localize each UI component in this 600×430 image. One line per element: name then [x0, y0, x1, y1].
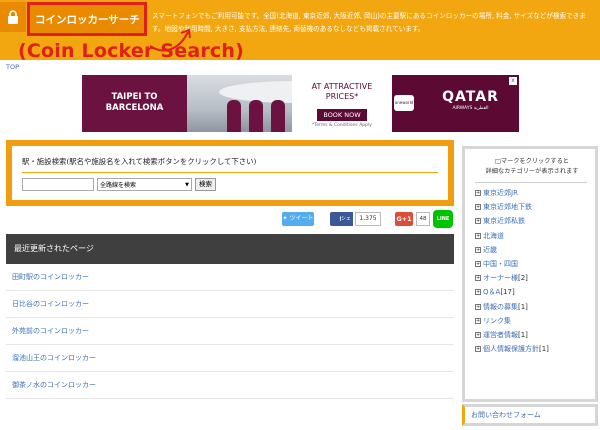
- search-inner: 駅・施設検索(駅名や施設名を入れて検索ボタンをクリックして下さい) 全路線を検索…: [12, 146, 448, 200]
- gplus-button[interactable]: G+1: [395, 212, 413, 226]
- logo[interactable]: [0, 2, 26, 32]
- category-item[interactable]: + 近畿: [475, 243, 595, 257]
- ad-route-line1: TAIPEI TO: [111, 92, 158, 102]
- expand-icon[interactable]: +: [475, 232, 481, 239]
- category-item[interactable]: + 情報の募集[1]: [475, 300, 595, 314]
- category-count: [2]: [518, 274, 528, 283]
- ad-terms: *Terms & Conditions Apply: [312, 123, 372, 128]
- category-item[interactable]: + 運営者情報[1]: [475, 328, 595, 342]
- expand-icon[interactable]: +: [475, 346, 481, 353]
- crew-figure: [249, 100, 263, 132]
- recent-pages-header: 最近更新されたページ: [6, 234, 454, 264]
- category-label[interactable]: 個人情報保護方針: [483, 345, 539, 353]
- ad-book-now-button[interactable]: BOOK NOW: [317, 109, 367, 121]
- category-item[interactable]: + 北海道: [475, 229, 595, 243]
- sidebar-note-line1: □マークをクリックすると: [495, 158, 569, 165]
- category-item[interactable]: + 中国・四国: [475, 257, 595, 271]
- facebook-share-label[interactable]: シェア: [341, 212, 353, 236]
- category-list: + 東京近郊JR + 東京近郊地下鉄 + 東京近郊私鉄 + 北海道 + 近畿 + 中国・四国…: [465, 186, 595, 356]
- expand-icon[interactable]: +: [475, 317, 481, 324]
- category-label[interactable]: 東京近郊JR: [483, 189, 518, 197]
- ad-banner[interactable]: TAIPEI TO BARCELONA AT ATTRACTIVE PRICES…: [82, 75, 519, 132]
- expand-icon[interactable]: +: [475, 275, 481, 282]
- recent-page-link[interactable]: 溜池山王のコインロッカー: [6, 345, 454, 372]
- sidebar-note-line2: 詳細なカテゴリーが表示されます: [485, 168, 579, 175]
- category-item[interactable]: + 東京近郊地下鉄: [475, 200, 595, 214]
- ad-route-line2: BARCELONA: [105, 103, 164, 113]
- recent-page-link[interactable]: 日比谷のコインロッカー: [6, 291, 454, 318]
- search-title: 駅・施設検索(駅名や施設名を入れて検索ボタンをクリックして下さい): [22, 156, 438, 173]
- line-select[interactable]: 全路線を検索 ▼: [97, 178, 192, 191]
- ad-oneworld-badge: oneworld: [394, 95, 414, 111]
- category-label[interactable]: リンク集: [483, 317, 511, 325]
- ad-offer-line2: PRICES*: [325, 92, 359, 101]
- crew-figure: [271, 100, 285, 132]
- category-item[interactable]: + リンク集: [475, 314, 595, 328]
- tweet-label: ツイート: [289, 215, 314, 222]
- contact-form-link[interactable]: お問い合わせフォーム: [462, 404, 598, 426]
- ad-close-icon[interactable]: x: [509, 77, 517, 85]
- category-label[interactable]: 運営者情報: [483, 331, 518, 339]
- recent-pages-list: 田町駅のコインロッカー 日比谷のコインロッカー 外苑前のコインロッカー 溜池山王…: [6, 264, 454, 399]
- search-button[interactable]: 検索: [195, 178, 216, 191]
- category-count: [1]: [518, 330, 528, 339]
- category-item[interactable]: + オーナー様[2]: [475, 271, 595, 285]
- category-label[interactable]: オーナー様: [483, 274, 518, 282]
- search-input[interactable]: [22, 178, 94, 191]
- category-label[interactable]: 近畿: [483, 246, 497, 254]
- translation-annotation: (Coin Locker Search): [18, 40, 244, 62]
- ad-offer-line1: AT ATTRACTIVE: [311, 82, 373, 91]
- category-label[interactable]: 情報の募集: [483, 303, 518, 311]
- twitter-icon: ✦: [282, 215, 288, 222]
- search-row: 全路線を検索 ▼ 検索: [22, 178, 438, 191]
- divider: [475, 182, 587, 183]
- ad-brand-sub: AIRWAYS القطرية: [452, 106, 489, 111]
- category-count: [1]: [539, 345, 549, 354]
- expand-icon[interactable]: +: [475, 190, 481, 196]
- breadcrumb-top[interactable]: TOP: [6, 63, 19, 71]
- ad-brand: QATAR AIRWAYS القطرية: [422, 75, 519, 132]
- category-item[interactable]: + Q＆A[17]: [475, 285, 595, 299]
- recent-page-link[interactable]: 外苑前のコインロッカー: [6, 318, 454, 345]
- category-count: [17]: [500, 288, 515, 297]
- category-label[interactable]: 東京近郊私鉄: [483, 217, 525, 225]
- category-label[interactable]: Q＆A: [483, 288, 500, 296]
- facebook-share-count: 1,375: [355, 212, 381, 226]
- category-item[interactable]: + 東京近郊JR: [475, 186, 595, 200]
- site-description: スマートフォンでもご利用可能です。全国(北海道, 東京近郊, 大阪近郊, 岡山)…: [152, 12, 586, 33]
- expand-icon[interactable]: +: [475, 260, 481, 267]
- expand-icon[interactable]: +: [475, 289, 481, 296]
- line-select-value: 全路線を検索: [100, 182, 137, 189]
- category-item[interactable]: + 個人情報保護方針[1]: [475, 342, 595, 356]
- ad-offer: AT ATTRACTIVE PRICES* BOOK NOW *Terms & …: [292, 75, 392, 132]
- chevron-down-icon: ▼: [185, 181, 189, 188]
- tweet-button[interactable]: ✦ ツイート: [282, 212, 314, 226]
- page: コインロッカーサーチ スマートフォンでもご利用可能です。全国(北海道, 東京近郊…: [0, 0, 600, 430]
- ad-route: TAIPEI TO BARCELONA: [82, 75, 187, 132]
- gplus-count: 48: [416, 212, 430, 226]
- category-count: [1]: [518, 302, 528, 311]
- station-search-panel: 駅・施設検索(駅名や施設名を入れて検索ボタンをクリックして下さい) 全路線を検索…: [6, 140, 454, 206]
- line-share-button[interactable]: LINE: [433, 210, 453, 228]
- expand-icon[interactable]: +: [475, 331, 481, 338]
- expand-icon[interactable]: +: [475, 303, 481, 310]
- category-label[interactable]: 中国・四国: [483, 260, 518, 268]
- category-item[interactable]: + 東京近郊私鉄: [475, 214, 595, 228]
- category-label[interactable]: 北海道: [483, 232, 504, 240]
- recent-page-link[interactable]: 田町駅のコインロッカー: [6, 264, 454, 291]
- ad-brand-name: QATAR: [442, 89, 499, 105]
- recent-page-link[interactable]: 御茶ノ水のコインロッカー: [6, 372, 454, 399]
- lock-icon: [8, 10, 18, 24]
- category-sidebar: □マークをクリックすると 詳細なカテゴリーが表示されます + 東京近郊JR + 東京…: [462, 146, 598, 402]
- expand-icon[interactable]: +: [475, 218, 481, 225]
- site-title[interactable]: コインロッカーサーチ: [27, 2, 147, 36]
- sidebar-note: □マークをクリックすると 詳細なカテゴリーが表示されます: [465, 149, 595, 177]
- expand-icon[interactable]: +: [475, 204, 481, 211]
- expand-icon[interactable]: +: [475, 246, 481, 253]
- category-label[interactable]: 東京近郊地下鉄: [483, 203, 532, 211]
- crew-figure: [227, 100, 241, 132]
